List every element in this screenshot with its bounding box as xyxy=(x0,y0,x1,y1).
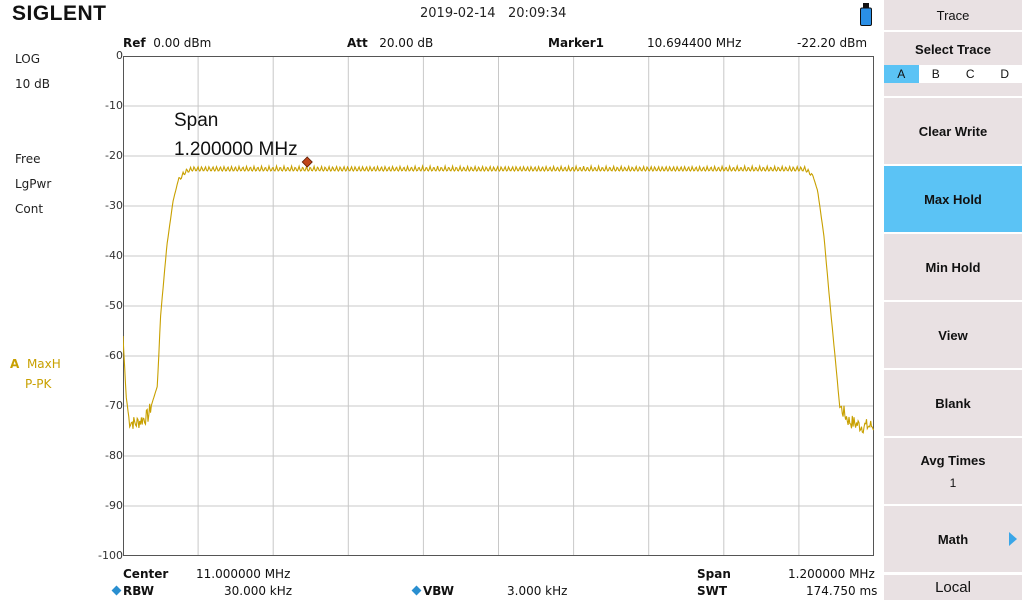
usb-icon xyxy=(860,3,872,26)
marker-diamond xyxy=(301,156,313,168)
avg-times-button[interactable]: Avg Times 1 xyxy=(884,438,1022,506)
ref-readout: Ref 0.00 dBm xyxy=(123,36,211,50)
span-value: 1.200000 MHz xyxy=(788,567,875,581)
clear-write-label: Clear Write xyxy=(918,123,988,139)
view-button[interactable]: View xyxy=(884,302,1022,370)
detector-mode: LgPwr xyxy=(15,177,52,191)
rbw-auto-icon xyxy=(111,585,122,596)
swt-label: SWT xyxy=(697,584,728,598)
math-button[interactable]: Math xyxy=(884,506,1022,574)
y-tick-label: -90 xyxy=(105,499,123,512)
trigger-mode: Free xyxy=(15,152,41,166)
center-value: 11.000000 MHz xyxy=(196,567,291,581)
blank-button[interactable]: Blank xyxy=(884,370,1022,438)
vbw-value: 3.000 kHz xyxy=(507,584,568,598)
math-label: Math xyxy=(937,531,969,547)
menu-title: Trace xyxy=(884,0,1022,30)
siglent-logo: SIGLENT xyxy=(12,2,107,25)
blank-label: Blank xyxy=(935,395,971,411)
max-hold-button[interactable]: Max Hold xyxy=(884,166,1022,234)
y-tick-label: -30 xyxy=(105,199,123,212)
avg-times-label: Avg Times xyxy=(920,452,986,468)
datetime: 2019-02-14 20:09:34 xyxy=(420,6,566,21)
trace-info: A MaxH xyxy=(10,357,61,371)
submenu-arrow-icon xyxy=(1009,532,1017,546)
vbw-readout[interactable]: VBW xyxy=(411,584,455,598)
y-tick-label: -20 xyxy=(105,149,123,162)
avg-times-value: 1 xyxy=(949,475,957,490)
rbw-label: RBW xyxy=(123,584,154,598)
min-hold-label: Min Hold xyxy=(925,259,981,275)
y-tick-label: -10 xyxy=(105,99,123,112)
y-tick-label: -80 xyxy=(105,449,123,462)
att-readout: Att 20.00 dB xyxy=(347,36,433,50)
att-label: Att xyxy=(347,36,368,50)
select-trace-label: Select Trace xyxy=(915,42,991,57)
y-tick-label: -100 xyxy=(98,549,123,562)
rbw-value: 30.000 kHz xyxy=(224,584,293,598)
scale-type: LOG xyxy=(15,52,41,66)
y-tick-label: -60 xyxy=(105,349,123,362)
time-text: 20:09:34 xyxy=(507,6,567,21)
y-tick-label: -70 xyxy=(105,399,123,412)
y-tick-label: -40 xyxy=(105,249,123,262)
span-annotation-value: 1.200000 MHz xyxy=(174,139,298,160)
span-annotation: Span 1.200000 MHz xyxy=(174,106,298,164)
vbw-auto-icon xyxy=(411,585,422,596)
trace-options: A B C D xyxy=(884,65,1022,83)
marker-freq: 10.694400 MHz xyxy=(647,36,742,50)
swt-value: 174.750 ms xyxy=(806,584,878,598)
trace-option-c[interactable]: C xyxy=(953,65,988,83)
min-hold-button[interactable]: Min Hold xyxy=(884,234,1022,302)
y-tick-label: -50 xyxy=(105,299,123,312)
trace-option-a[interactable]: A xyxy=(884,65,919,83)
trace-id: A xyxy=(10,357,20,371)
date-text: 2019-02-14 xyxy=(420,6,496,21)
softkey-panel: Trace Select Trace A B C D Clear Write M… xyxy=(884,0,1024,600)
rbw-readout[interactable]: RBW xyxy=(111,584,154,598)
marker-1 xyxy=(301,156,313,168)
clear-write-button[interactable]: Clear Write xyxy=(884,98,1022,166)
marker-level: -22.20 dBm xyxy=(797,36,868,50)
local-button[interactable]: Local xyxy=(884,575,1022,600)
trace-option-d[interactable]: D xyxy=(988,65,1023,83)
ref-value: 0.00 dBm xyxy=(153,36,212,50)
span-label: Span xyxy=(697,567,731,581)
trace-mode: MaxH xyxy=(26,357,61,371)
select-trace-button[interactable]: Select Trace A B C D xyxy=(884,32,1022,96)
marker-label: Marker1 xyxy=(548,36,605,50)
max-hold-label: Max Hold xyxy=(924,191,982,207)
vbw-label: VBW xyxy=(423,584,455,598)
trace-detector: P-PK xyxy=(25,377,52,391)
span-annotation-title: Span xyxy=(174,110,219,131)
scale-div: 10 dB xyxy=(15,77,50,91)
ref-label: Ref xyxy=(123,36,146,50)
trace-option-b[interactable]: B xyxy=(919,65,954,83)
sweep-mode: Cont xyxy=(15,202,44,216)
y-tick-label: 0 xyxy=(116,49,123,62)
center-label: Center xyxy=(123,567,169,581)
att-value: 20.00 dB xyxy=(379,36,434,50)
view-label: View xyxy=(938,327,968,343)
